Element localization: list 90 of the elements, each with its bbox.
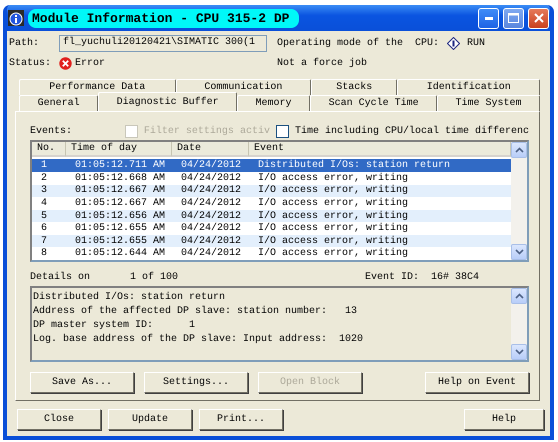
table-cell-text: 7 [40, 236, 48, 247]
scroll-up-button[interactable] [511, 288, 527, 304]
force-job-text: Not a force job [277, 58, 368, 68]
table-cell-text: 4 [40, 198, 48, 209]
table-cell-text: 04/24/2012 [180, 210, 242, 222]
close-icon [534, 13, 544, 23]
table-cell-text: 1 [40, 160, 48, 172]
tab[interactable]: Time System [436, 95, 540, 111]
checkbox[interactable] [276, 124, 289, 138]
table-cell-text: 01:05:12.668 AM [74, 172, 166, 184]
checkbox-label: Filter settings activ [144, 126, 270, 136]
dialog-button[interactable]: Help on Event [425, 372, 529, 393]
checkbox-label: Time including CPU/local time differenc [294, 126, 529, 136]
tab[interactable]: General [19, 95, 98, 111]
minimize-button[interactable] [478, 8, 499, 28]
table-cell-text: I/O access error, writing [257, 185, 410, 196]
maximize-icon [508, 13, 519, 23]
diamond-icon [447, 36, 460, 50]
operating-mode-label: Operating mode of the CPU: [277, 38, 440, 48]
table-row[interactable]: 1 01:05:12.711 AM 04/24/2012 Distributed I/Os: station return [32, 159, 511, 172]
tab[interactable]: Communication [176, 79, 312, 95]
tab[interactable]: Identification [397, 79, 540, 95]
table-cell-text: 01:05:12.655 AM [74, 236, 166, 247]
scroll-down-button[interactable] [511, 344, 527, 360]
tab[interactable]: Stacks [311, 79, 398, 95]
path-field[interactable]: fl_yuchuli20120421\SIMATIC 300(1 [59, 34, 267, 52]
tab[interactable]: Scan Cycle Time [310, 95, 437, 111]
tab[interactable]: Memory [236, 95, 310, 111]
table-cell-text: 2 [40, 172, 48, 184]
details-line: Address of the affected DP slave: station number: 13 [33, 306, 358, 317]
table-cell-text: 04/24/2012 [180, 172, 242, 184]
table-row[interactable]: 5 01:05:12.656 AM 04/24/2012 I/O access error, writing [32, 210, 511, 222]
table-cell-text: 01:05:12.656 AM [74, 210, 166, 222]
table-cell-text: 04/24/2012 [180, 198, 242, 209]
path-label: Path: [9, 38, 40, 48]
table-cell-text: 04/24/2012 [180, 185, 242, 196]
table-cell-text: I/O access error, writing [257, 236, 410, 247]
table-cell-text: I/O access error, writing [257, 210, 410, 222]
dialog-button[interactable]: Help [464, 409, 544, 430]
table-row[interactable]: 3 01:05:12.667 AM 04/24/2012 I/O access error, writing [32, 184, 511, 198]
dialog-button[interactable]: Close [17, 409, 101, 430]
dialog-button[interactable]: Save As... [30, 372, 134, 393]
dialog-button[interactable]: Settings... [144, 372, 248, 393]
details-label: Details on [30, 272, 92, 283]
table-cell-text: I/O access error, writing [257, 248, 410, 260]
status-label: Status: [9, 58, 52, 68]
events-label: Events: [30, 126, 74, 136]
details-line: Log. base address of the DP slave: Input address: 1020 [33, 334, 364, 345]
table-cell-text: 5 [40, 210, 48, 222]
table-cell-text: 01:05:12.667 AM [74, 185, 166, 196]
table-cell-text: 01:05:12.655 AM [74, 223, 166, 234]
table-cell-text: 6 [40, 223, 48, 234]
table-cell-text: 04/24/2012 [180, 248, 242, 260]
table-row[interactable]: 7 01:05:12.655 AM 04/24/2012 I/O access error, writing [32, 234, 511, 248]
table-cell-text: 04/24/2012 [180, 160, 242, 172]
scroll-up-button[interactable] [511, 142, 527, 158]
dialog-button[interactable]: Update [108, 409, 192, 430]
table-cell-text: I/O access error, writing [257, 198, 410, 209]
column-header[interactable]: Time of day [66, 142, 172, 158]
table-cell-text: I/O access error, writing [257, 223, 410, 234]
table-cell-text: Distributed I/Os: station return [257, 160, 452, 172]
scrollbar[interactable] [511, 142, 527, 260]
scroll-down-button[interactable] [511, 244, 527, 260]
window-title: Module Information - CPU 315-2 DP [28, 8, 300, 28]
details-line: Distributed I/Os: station return [33, 292, 226, 303]
event-id: Event ID: 16# 38C4 [364, 272, 479, 283]
table-cell-text: 01:05:12.644 AM [74, 248, 166, 260]
table-cell-text: 01:05:12.667 AM [74, 198, 166, 209]
table-cell-text: 01:05:12.711 AM [74, 160, 166, 172]
maximize-button[interactable] [503, 8, 524, 28]
dialog-button[interactable]: Print... [199, 409, 283, 430]
scrollbar[interactable] [511, 288, 527, 360]
table-cell-text: 04/24/2012 [180, 236, 242, 247]
status-value: Error [75, 58, 106, 68]
column-header[interactable]: Date [172, 142, 249, 158]
table-cell-text: 04/24/2012 [180, 223, 242, 234]
table-cell-text: 3 [40, 185, 48, 196]
close-button[interactable] [528, 8, 549, 28]
tab[interactable]: Diagnostic Buffer [98, 92, 237, 111]
error-icon [59, 56, 72, 70]
minimize-icon [484, 16, 492, 20]
info-icon [8, 10, 24, 26]
table-cell-text: I/O access error, writing [257, 172, 410, 184]
column-header[interactable]: No. [32, 142, 66, 158]
column-header[interactable]: Event [249, 142, 511, 158]
details-count: 1 of 100 [130, 272, 180, 283]
details-line: DP master system ID: 1 [33, 320, 196, 331]
table-cell-text: 8 [40, 248, 48, 260]
operating-mode-value: RUN [467, 38, 486, 48]
tab[interactable]: Performance Data [19, 79, 176, 95]
